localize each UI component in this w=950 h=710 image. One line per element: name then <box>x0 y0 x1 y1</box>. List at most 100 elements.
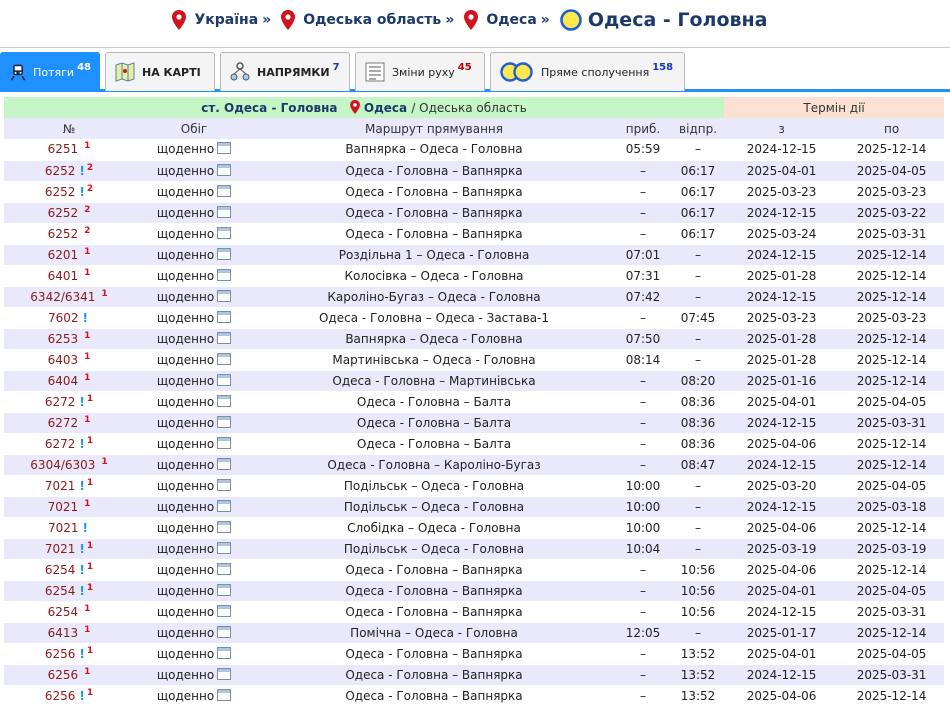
route-cell[interactable]: Одеса - Головна – Мартинівська <box>254 370 614 392</box>
route-cell[interactable]: Колосівка – Одеса - Головна <box>254 265 614 287</box>
warning-icon[interactable]: ! <box>79 689 84 703</box>
train-number-link[interactable]: 6252 <box>48 227 79 241</box>
calendar-icon[interactable] <box>217 289 232 302</box>
breadcrumb-link[interactable]: Одеса <box>486 12 536 28</box>
calendar-icon[interactable] <box>217 142 232 155</box>
route-cell[interactable]: Роздільна 1 – Одеса - Головна <box>254 244 614 266</box>
route-cell[interactable]: Вапнярка – Одеса - Головна <box>254 328 614 350</box>
calendar-icon[interactable] <box>217 415 232 428</box>
route-cell[interactable]: Одеса - Головна – Балта <box>254 433 614 455</box>
calendar-icon[interactable] <box>217 562 232 575</box>
route-cell[interactable]: Подільськ – Одеса - Головна <box>254 538 614 560</box>
train-number-link[interactable]: 6251 <box>48 142 79 156</box>
route-cell[interactable]: Кароліно-Бугаз – Одеса - Головна <box>254 286 614 308</box>
warning-icon[interactable]: ! <box>79 395 84 409</box>
train-number-link[interactable]: 6272 <box>45 437 76 451</box>
warning-icon[interactable]: ! <box>83 521 88 535</box>
train-number-link[interactable]: 6254 <box>48 605 79 619</box>
tab-trains[interactable]: Потяги 48 <box>0 52 100 91</box>
train-number-link[interactable]: 7021 <box>45 542 76 556</box>
calendar-icon[interactable] <box>217 163 232 176</box>
train-number-link[interactable]: 6272 <box>45 395 76 409</box>
route-cell[interactable]: Одеса - Головна – Вапнярка <box>254 181 614 203</box>
calendar-icon[interactable] <box>217 625 232 638</box>
calendar-icon[interactable] <box>217 205 232 218</box>
calendar-icon[interactable] <box>217 667 232 680</box>
breadcrumb-link[interactable]: Одеська область <box>303 12 441 28</box>
route-cell[interactable]: Помічна – Одеса - Головна <box>254 622 614 644</box>
calendar-icon[interactable] <box>217 688 232 701</box>
tab-map[interactable]: НА КАРТІ <box>105 52 215 91</box>
train-number-link[interactable]: 6272 <box>48 416 79 430</box>
route-cell[interactable]: Одеса - Головна – Кароліно-Бугаз <box>254 454 614 476</box>
route-cell[interactable]: Одеса - Головна – Вапнярка <box>254 664 614 686</box>
train-number-link[interactable]: 7021 <box>48 521 79 535</box>
calendar-icon[interactable] <box>217 541 232 554</box>
calendar-icon[interactable] <box>217 247 232 260</box>
route-cell[interactable]: Одеса - Головна – Одеса - Застава-1 <box>254 307 614 329</box>
breadcrumb-link[interactable]: Україна <box>194 12 258 28</box>
route-cell[interactable]: Подільськ – Одеса - Головна <box>254 475 614 497</box>
calendar-icon[interactable] <box>217 646 232 659</box>
train-number-link[interactable]: 6304/6303 <box>30 458 95 472</box>
route-cell[interactable]: Подільськ – Одеса - Головна <box>254 496 614 518</box>
warning-icon[interactable]: ! <box>79 647 84 661</box>
train-number-link[interactable]: 7021 <box>48 500 79 514</box>
warning-icon[interactable]: ! <box>79 542 84 556</box>
warning-icon[interactable]: ! <box>83 311 88 325</box>
tab-direct-connection[interactable]: Пряме сполучення 158 <box>490 52 685 91</box>
calendar-icon[interactable] <box>217 331 232 344</box>
calendar-icon[interactable] <box>217 436 232 449</box>
train-number-link[interactable]: 6253 <box>48 332 79 346</box>
route-cell[interactable]: Одеса - Головна – Вапнярка <box>254 685 614 707</box>
train-number-link[interactable]: 6342/6341 <box>30 290 95 304</box>
tab-changes[interactable]: Зміни руху 45 <box>355 52 485 91</box>
train-number-link[interactable]: 6413 <box>48 626 79 640</box>
route-cell[interactable]: Одеса - Головна – Вапнярка <box>254 643 614 665</box>
breadcrumb-item-city[interactable]: Одеса » <box>464 10 550 30</box>
route-cell[interactable]: Одеса - Головна – Вапнярка <box>254 580 614 602</box>
calendar-icon[interactable] <box>217 604 232 617</box>
train-number-link[interactable]: 6254 <box>45 563 76 577</box>
train-number-link[interactable]: 6256 <box>48 668 79 682</box>
train-number-link[interactable]: 6401 <box>48 269 79 283</box>
calendar-icon[interactable] <box>217 268 232 281</box>
route-cell[interactable]: Слобідка – Одеса - Головна <box>254 517 614 539</box>
warning-icon[interactable]: ! <box>79 437 84 451</box>
calendar-icon[interactable] <box>217 457 232 470</box>
breadcrumb-item-country[interactable]: Україна » <box>172 10 271 30</box>
route-cell[interactable]: Одеса - Головна – Вапнярка <box>254 223 614 245</box>
train-number-link[interactable]: 7021 <box>45 479 76 493</box>
calendar-icon[interactable] <box>217 373 232 386</box>
train-number-link[interactable]: 6256 <box>45 647 76 661</box>
warning-icon[interactable]: ! <box>79 563 84 577</box>
train-number-link[interactable]: 6252 <box>48 206 79 220</box>
route-cell[interactable]: Одеса - Головна – Балта <box>254 412 614 434</box>
warning-icon[interactable]: ! <box>79 584 84 598</box>
calendar-icon[interactable] <box>217 310 232 323</box>
warning-icon[interactable]: ! <box>79 164 84 178</box>
breadcrumb-item-region[interactable]: Одеська область » <box>281 10 454 30</box>
calendar-icon[interactable] <box>217 394 232 407</box>
train-number-link[interactable]: 6403 <box>48 353 79 367</box>
route-cell[interactable]: Одеса - Головна – Вапнярка <box>254 160 614 182</box>
route-cell[interactable]: Вапнярка – Одеса - Головна <box>254 139 614 161</box>
calendar-icon[interactable] <box>217 583 232 596</box>
train-number-link[interactable]: 6254 <box>45 584 76 598</box>
calendar-icon[interactable] <box>217 520 232 533</box>
calendar-icon[interactable] <box>217 184 232 197</box>
station-city-link[interactable]: Одеса <box>364 101 407 115</box>
tab-directions[interactable]: НАПРЯМКИ 7 <box>220 52 350 91</box>
warning-icon[interactable]: ! <box>79 185 84 199</box>
route-cell[interactable]: Одеса - Головна – Вапнярка <box>254 601 614 623</box>
warning-icon[interactable]: ! <box>79 479 84 493</box>
route-cell[interactable]: Одеса - Головна – Вапнярка <box>254 559 614 581</box>
train-number-link[interactable]: 6201 <box>48 248 79 262</box>
route-cell[interactable]: Одеса - Головна – Вапнярка <box>254 202 614 224</box>
calendar-icon[interactable] <box>217 499 232 512</box>
route-cell[interactable]: Мартинівська – Одеса - Головна <box>254 349 614 371</box>
train-number-link[interactable]: 7602 <box>48 311 79 325</box>
route-cell[interactable]: Одеса - Головна – Балта <box>254 391 614 413</box>
train-number-link[interactable]: 6404 <box>48 374 79 388</box>
calendar-icon[interactable] <box>217 478 232 491</box>
